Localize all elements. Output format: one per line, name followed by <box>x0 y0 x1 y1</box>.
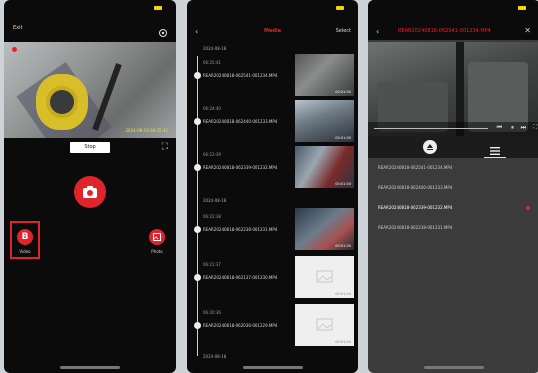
home-indicator <box>60 366 120 369</box>
item-filename: REAR20240818-062238-001231.MP4 <box>203 227 278 232</box>
item-duration: 00:01:00 <box>335 182 351 186</box>
item-filename: REAR20240818-062036-001229.MP4 <box>203 323 278 328</box>
fullscreen-icon[interactable]: ⛶ <box>533 124 537 130</box>
page-title: Media <box>263 28 282 34</box>
item-time: 06:22:38 <box>203 214 221 219</box>
status-bar <box>187 0 358 14</box>
timeline-knob <box>194 274 201 281</box>
video-mode-button[interactable]: B Video <box>10 221 40 259</box>
playback-controls: ⏮ ⏸ ⏭ ⛶ <box>368 122 538 136</box>
media-list-item[interactable]: 06:23:39 REAR20240818-062339-001232.MP4 … <box>187 146 358 190</box>
video-thumbnail[interactable]: 00:01:00 <box>295 54 354 96</box>
selected-indicator <box>526 206 530 210</box>
timeline-knob <box>194 226 201 233</box>
preview-timestamp: 2024-08-18 06:25:41 <box>125 128 168 133</box>
file-list-item-active[interactable]: REAR20240818-062339-001232.MP4 <box>368 198 538 218</box>
video-icon: B <box>17 229 33 245</box>
camera-icon <box>83 186 97 198</box>
file-list-item[interactable]: REAR20240818-062238-001231.MP4 <box>368 218 538 238</box>
file-list: REAR20240818-062541-001234.MP4 REAR20240… <box>368 158 538 238</box>
video-mode-label: Video <box>19 249 31 254</box>
status-bar <box>4 0 176 14</box>
timeline-knob <box>194 118 201 125</box>
item-filename: REAR20240818-062339-001232.MP4 <box>203 165 278 170</box>
camera-preview: 2024-08-18 06:25:41 <box>4 42 176 138</box>
video-player-screen: ‹ REAR20240818-062541-001234.MP4 ✕ ⏮ ⏸ ⏭… <box>368 0 538 373</box>
fullscreen-icon[interactable]: ⛶ <box>162 142 168 153</box>
media-list-item[interactable]: 06:20:36 REAR20240818-062036-001229.MP4 … <box>187 304 358 348</box>
photo-mode-button[interactable]: Photo <box>144 229 170 259</box>
player-toolbar <box>368 136 538 158</box>
pause-icon[interactable]: ⏸ <box>511 124 514 132</box>
photo-thumbnail[interactable]: 00:01:00 <box>295 304 354 346</box>
media-list-item[interactable]: 06:21:37 REAR20240818-062137-001230.MP4 … <box>187 256 358 300</box>
live-view-screen: Exit 2024-08-18 06:25:41 Stop ⛶ B Video … <box>4 0 176 373</box>
video-title: REAR20240818-062541-001234.MP4 <box>398 28 491 34</box>
item-filename: REAR20240818-062137-001230.MP4 <box>203 275 278 280</box>
progress-bar[interactable] <box>374 128 488 129</box>
media-list-item[interactable]: 06:24:40 REAR20240818-062440-001233.MP4 … <box>187 100 358 144</box>
file-list-item[interactable]: REAR20240818-062440-001233.MP4 <box>368 178 538 198</box>
item-time: 06:24:40 <box>203 106 221 111</box>
photo-icon <box>149 229 165 245</box>
video-thumbnail[interactable]: 00:01:00 <box>295 100 354 142</box>
file-name: REAR20240818-062339-001232.MP4 <box>378 205 453 210</box>
status-bar <box>368 0 538 26</box>
top-bar: ‹ Media Select <box>187 26 358 40</box>
top-bar: ‹ REAR20240818-062541-001234.MP4 ✕ <box>368 26 538 40</box>
media-list-item[interactable]: 06:22:38 REAR20240818-062238-001231.MP4 … <box>187 208 358 252</box>
item-time: 06:21:37 <box>203 262 221 267</box>
battery-icon <box>336 6 344 10</box>
date-group-header: 2024-08-18 <box>203 354 227 359</box>
home-indicator <box>424 366 484 369</box>
photo-mode-label: Photo <box>151 249 163 254</box>
item-time: 06:20:36 <box>203 310 221 315</box>
next-icon[interactable]: ⏭ <box>521 124 526 132</box>
battery-icon <box>518 6 526 10</box>
media-list-item[interactable]: 06:25:41 REAR20240818-062541-001234.MP4 … <box>187 54 358 98</box>
eject-icon <box>427 144 433 150</box>
item-time: 06:25:41 <box>203 60 221 65</box>
capture-button[interactable] <box>74 176 106 208</box>
select-button[interactable]: Select <box>336 28 351 34</box>
file-name: REAR20240818-062541-001234.MP4 <box>378 165 453 170</box>
media-list-screen: ‹ Media Select 2024-08-18 06:25:41 REAR2… <box>187 0 358 373</box>
settings-gear-icon[interactable] <box>158 23 168 42</box>
battery-icon <box>154 6 162 10</box>
recording-indicator <box>12 47 17 52</box>
eject-upload-button[interactable] <box>423 140 437 154</box>
item-duration: 00:01:00 <box>335 292 351 296</box>
item-duration: 00:01:00 <box>335 90 351 94</box>
video-thumbnail[interactable]: 00:01:00 <box>295 208 354 250</box>
previous-icon[interactable]: ⏮ <box>497 124 502 132</box>
date-group-header: 2024-08-18 <box>203 198 227 203</box>
timeline-knob <box>194 72 201 79</box>
video-player[interactable]: ⏮ ⏸ ⏭ ⛶ <box>368 42 538 136</box>
file-list-item[interactable]: REAR20240818-062541-001234.MP4 <box>368 158 538 178</box>
timeline-knob <box>194 322 201 329</box>
top-bar: Exit <box>4 20 176 38</box>
item-filename: REAR20240818-062440-001233.MP4 <box>203 119 278 124</box>
item-duration: 00:01:00 <box>335 244 351 248</box>
item-time: 06:23:39 <box>203 152 221 157</box>
file-name: REAR20240818-062238-001231.MP4 <box>378 225 453 230</box>
item-filename: REAR20240818-062541-001234.MP4 <box>203 73 278 78</box>
item-duration: 00:01:00 <box>335 340 351 344</box>
home-indicator <box>242 366 303 369</box>
back-chevron-icon[interactable]: ‹ <box>376 27 379 37</box>
stop-button[interactable]: Stop <box>70 142 110 153</box>
photo-thumbnail[interactable]: 00:01:00 <box>295 256 354 298</box>
item-duration: 00:01:00 <box>335 136 351 140</box>
exit-button[interactable]: Exit <box>13 25 22 31</box>
file-name: REAR20240818-062440-001233.MP4 <box>378 185 453 190</box>
timeline-knob <box>194 164 201 171</box>
date-group-header: 2024-08-18 <box>203 46 227 51</box>
close-icon[interactable]: ✕ <box>524 26 531 35</box>
video-thumbnail[interactable]: 00:01:00 <box>295 146 354 188</box>
